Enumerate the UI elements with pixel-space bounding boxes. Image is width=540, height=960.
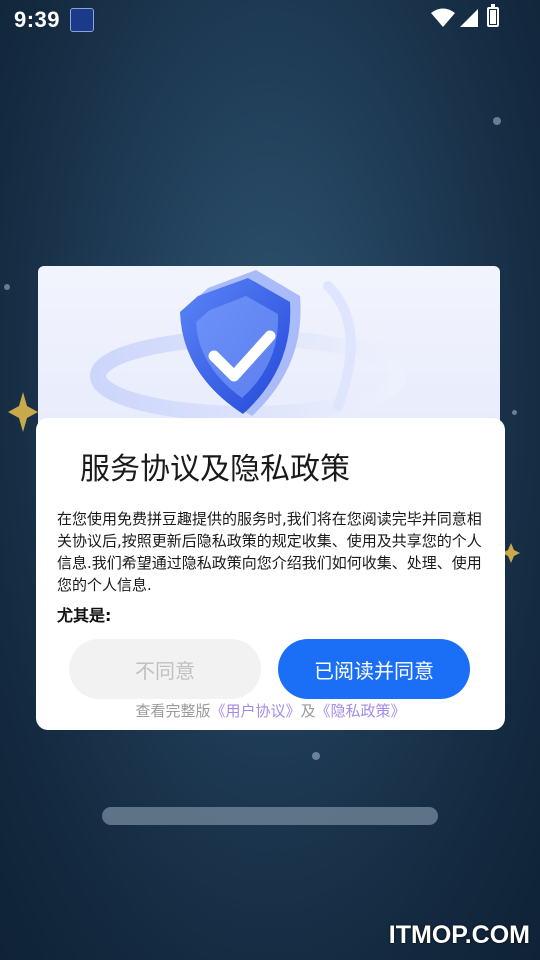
background-dot [4,284,10,290]
status-bar: 9:39 [0,0,540,38]
background-dot [493,117,501,125]
watermark: ITMOP.COM [388,921,530,949]
links-prefix: 查看完整版 [135,702,211,720]
home-indicator-bar[interactable] [102,807,438,825]
star-decoration-icon [8,392,38,432]
app-notification-icon [70,8,94,32]
status-time: 9:39 [14,7,61,32]
background-dot [512,410,517,415]
agree-button[interactable]: 已阅读并同意 [278,639,470,699]
privacy-policy-link[interactable]: 《隐私政策》 [316,702,406,720]
dialog-emphasis-label: 尤其是: [57,606,112,625]
hero-illustration [38,266,500,426]
background-dot [312,752,320,760]
disagree-button[interactable]: 不同意 [69,639,261,699]
privacy-dialog: 服务协议及隐私政策 在您使用免费拼豆趣提供的服务时,我们将在您阅读完毕并同意相关… [36,418,505,730]
wifi-icon [431,8,455,27]
links-conjunction: 及 [300,702,316,720]
dialog-body-text: 在您使用免费拼豆趣提供的服务时,我们将在您阅读完毕并同意相关协议后,按照更新后隐… [57,510,482,594]
signal-icon [460,9,478,27]
dialog-title: 服务协议及隐私政策 [80,452,350,487]
user-agreement-link[interactable]: 《用户协议》 [210,702,300,720]
battery-icon [487,4,499,27]
agreement-links: 查看完整版《用户协议》及《隐私政策》 [36,700,505,721]
shield-check-icon [90,270,406,422]
